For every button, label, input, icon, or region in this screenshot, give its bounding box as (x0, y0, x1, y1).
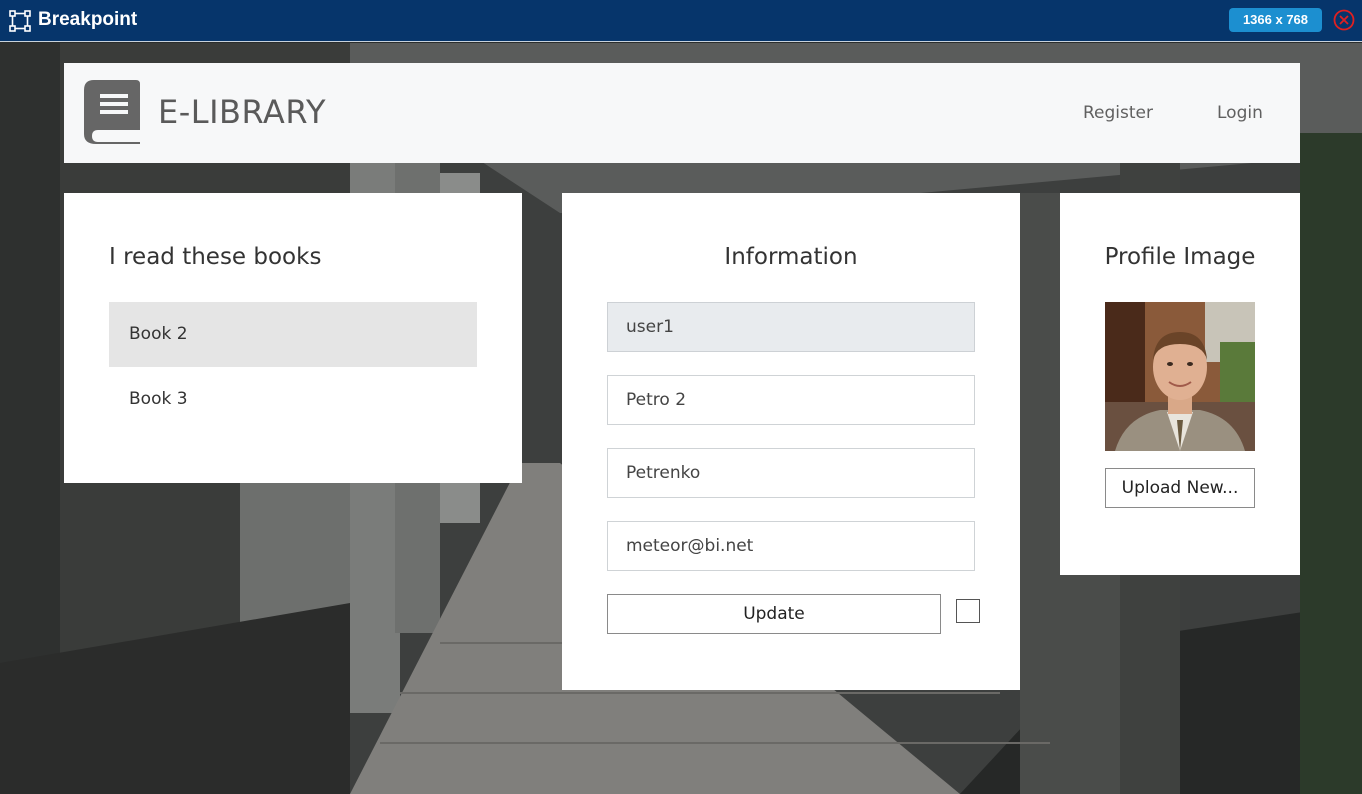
username-field[interactable] (607, 302, 975, 352)
profile-panel-title: Profile Image (1104, 244, 1256, 270)
book-list-item[interactable]: Book 3 (109, 367, 477, 432)
first-name-field[interactable] (607, 375, 975, 425)
profile-avatar (1105, 302, 1255, 451)
books-panel: I read these books Book 2 Book 3 (64, 193, 522, 483)
update-checkbox[interactable] (956, 599, 980, 623)
update-button[interactable]: Update (607, 594, 941, 634)
profile-panel: Profile Image Upload New... (1060, 193, 1300, 575)
register-link[interactable]: Register (1083, 103, 1153, 123)
information-panel: Information Update (562, 193, 1020, 690)
brand-title[interactable]: E-LIBRARY (158, 93, 326, 131)
login-link[interactable]: Login (1217, 103, 1263, 123)
last-name-field[interactable] (607, 448, 975, 498)
books-panel-title: I read these books (109, 244, 322, 270)
viewport-size-badge[interactable]: 1366 x 768 (1229, 8, 1322, 32)
breakpoint-app-title: Breakpoint (38, 9, 138, 30)
breakpoint-nodes-icon (9, 10, 31, 32)
upload-new-button[interactable]: Upload New... (1105, 468, 1255, 508)
information-panel-title: Information (724, 244, 858, 270)
email-field[interactable] (607, 521, 975, 571)
site-header: E-LIBRARY Register Login (64, 63, 1300, 163)
book-list-item[interactable]: Book 2 (109, 302, 477, 367)
close-circle-icon[interactable] (1333, 9, 1355, 31)
book-icon (84, 80, 140, 144)
breakpoint-toolbar: Breakpoint 1366 x 768 (0, 0, 1362, 42)
